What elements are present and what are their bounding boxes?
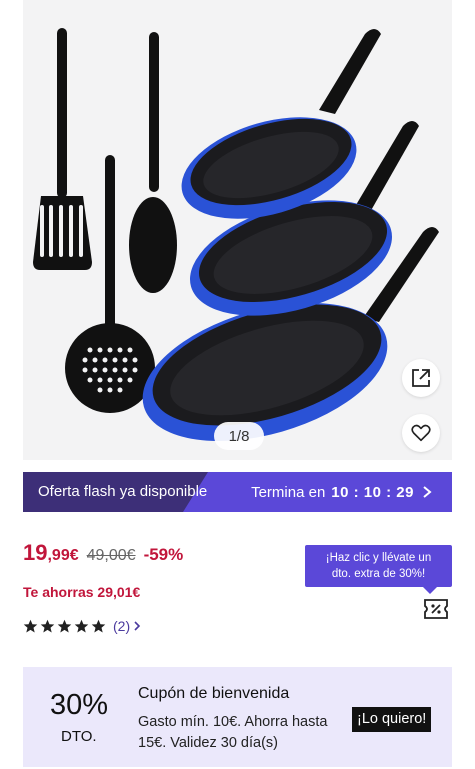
product-image[interactable] (23, 0, 452, 460)
current-price: 19,99€ (23, 540, 79, 566)
flash-countdown: Termina en 10 : 10 : 29 (251, 472, 434, 512)
chevron-right-icon (134, 621, 141, 631)
savings-text: Te ahorras 29,01€ (23, 584, 141, 600)
flash-sale-label: Oferta flash ya disponible (38, 483, 208, 500)
coupon-icon[interactable] (423, 598, 449, 620)
coupon-percent: 30% (50, 689, 109, 721)
image-counter: 1/8 (214, 422, 264, 450)
chevron-right-icon (423, 486, 432, 498)
star-icon (57, 619, 72, 632)
star-icon (23, 619, 38, 632)
share-button[interactable] (402, 359, 440, 397)
coupon-dto: DTO. (61, 728, 97, 745)
favorite-button[interactable] (402, 414, 440, 452)
countdown-time: 10 : 10 : 29 (331, 483, 414, 501)
product-gallery[interactable]: 1/8 (23, 0, 452, 460)
rating[interactable]: (2) (23, 618, 142, 634)
review-count[interactable]: (2) (113, 618, 130, 634)
flash-sale-banner[interactable]: Oferta flash ya disponible Termina en 10… (23, 472, 452, 512)
tooltip-line-1: ¡Haz clic y llévate un (325, 552, 432, 564)
claim-coupon-button[interactable]: ¡Lo quiero! (352, 707, 432, 732)
coupon-title: Cupón de bienvenida (138, 685, 290, 702)
discount-badge: -59% (143, 545, 184, 564)
tooltip-line-2: dto. extra de 30%! (331, 568, 426, 580)
star-icon (74, 619, 89, 632)
welcome-coupon-card: 30% DTO. Cupón de bienvenida Gasto mín. … (23, 667, 452, 767)
heart-icon (411, 424, 431, 442)
price-integer: 19 (23, 540, 48, 565)
external-link-icon (412, 369, 430, 387)
extra-discount-tooltip[interactable]: ¡Haz clic y llévate un dto. extra de 30%… (305, 545, 452, 594)
original-price: 49,00€ (86, 547, 136, 564)
star-icon (91, 619, 106, 632)
countdown-label: Termina en (251, 483, 326, 501)
coupon-description: Gasto mín. 10€. Ahorra hasta 15€. Valide… (138, 714, 328, 751)
price-decimal: ,99€ (47, 547, 79, 564)
star-icon (40, 619, 55, 632)
price-row: 19,99€ 49,00€ -59% (23, 540, 183, 566)
